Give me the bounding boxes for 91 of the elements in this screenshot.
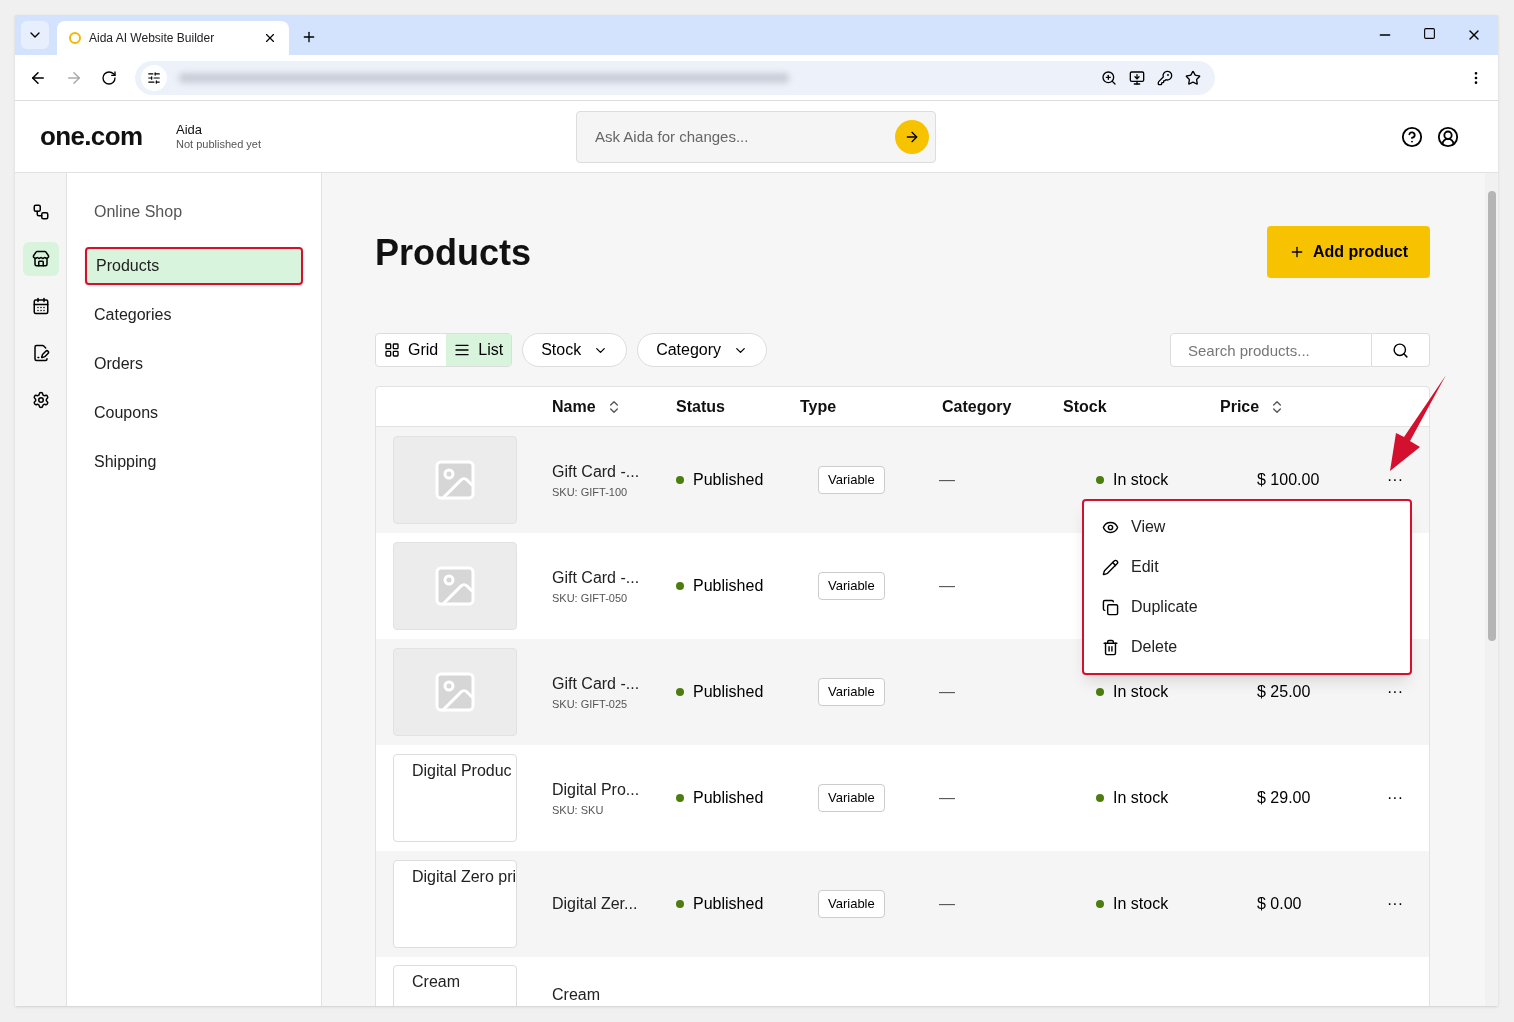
- column-header[interactable]: Status: [676, 394, 725, 419]
- search-field[interactable]: Search products...: [1170, 333, 1372, 367]
- price-cell: $ 0.00: [1257, 895, 1302, 912]
- zoom-icon[interactable]: [1101, 69, 1117, 86]
- image-alt-text: Digital Produc: [411, 761, 513, 781]
- column-header[interactable]: Type: [800, 394, 837, 419]
- key-icon[interactable]: [1157, 69, 1173, 86]
- more-actions-button[interactable]: ···: [1387, 684, 1403, 700]
- stock-text: In stock: [1113, 788, 1169, 808]
- search-button[interactable]: [1372, 333, 1430, 367]
- trash-icon: [1102, 638, 1119, 656]
- type-tag: Variable: [818, 784, 885, 812]
- price-cell: $ 25.00: [1257, 683, 1311, 700]
- menu-item[interactable]: View: [1131, 515, 1166, 539]
- site-settings-icon[interactable]: [141, 64, 167, 91]
- product-name[interactable]: Gift Card -...: [552, 671, 676, 696]
- product-name[interactable]: Gift Card -...: [552, 565, 676, 590]
- column-header[interactable]: Category: [942, 394, 1012, 419]
- sidebar-title: Online Shop: [93, 202, 184, 222]
- type-tag: Variable: [818, 572, 885, 600]
- type-tag: Variable: [818, 466, 885, 494]
- publish-status: Not published yet: [176, 137, 262, 152]
- store-icon[interactable]: [22, 242, 59, 276]
- scrollbar-thumb[interactable]: [1487, 191, 1496, 641]
- page-title: Products: [375, 231, 532, 275]
- bookmark-icon[interactable]: [1185, 69, 1201, 86]
- column-header[interactable]: Price: [1220, 394, 1260, 419]
- menu-item[interactable]: Edit: [1131, 555, 1159, 579]
- menu-item[interactable]: Delete: [1131, 635, 1178, 659]
- status-text: Published: [693, 576, 764, 596]
- pencil-icon: [1102, 558, 1119, 576]
- category-cell: —: [939, 789, 955, 806]
- copy-icon: [1102, 598, 1119, 616]
- column-header[interactable]: Name: [552, 394, 596, 419]
- status-text: Published: [693, 894, 764, 914]
- category-cell: —: [939, 471, 955, 488]
- category-cell: —: [939, 577, 955, 594]
- ask-aida-field[interactable]: Ask Aida for changes...: [576, 110, 936, 163]
- list-icon: [454, 342, 471, 358]
- column-header[interactable]: Stock: [1063, 394, 1107, 419]
- price-cell: $ 29.00: [1257, 789, 1311, 806]
- browser-tab[interactable]: Aida AI Website Builder: [57, 21, 289, 55]
- logo[interactable]: one.com: [40, 117, 176, 156]
- category-cell: —: [939, 895, 955, 912]
- product-sku: SKU: GIFT-100: [552, 484, 629, 500]
- image-alt-text: Digital Zero pri: [411, 867, 516, 887]
- add-product-button[interactable]: Add product: [1266, 226, 1430, 278]
- type-tag: Variable: [818, 678, 885, 706]
- grid-icon: [384, 342, 400, 358]
- site-name: Aida: [176, 121, 204, 138]
- price-cell: $ 100.00: [1257, 471, 1320, 488]
- sidebar-item[interactable]: Shipping: [85, 443, 303, 481]
- status-text: Published: [693, 682, 764, 702]
- more-actions-button[interactable]: ···: [1387, 472, 1403, 488]
- status-text: Published: [693, 470, 764, 490]
- product-name[interactable]: Cream: [552, 983, 676, 1006]
- help-icon[interactable]: [1401, 125, 1423, 148]
- filter-dropdown[interactable]: Category: [637, 333, 768, 367]
- install-icon[interactable]: [1129, 69, 1145, 86]
- sidebar-item[interactable]: Products: [85, 247, 303, 285]
- sidebar-item[interactable]: Orders: [85, 345, 303, 383]
- reload-icon[interactable]: [101, 69, 117, 86]
- stock-text: In stock: [1113, 894, 1169, 914]
- product-sku: SKU: GIFT-025: [552, 696, 629, 712]
- search-icon: [1392, 341, 1409, 359]
- product-name[interactable]: Digital Zer...: [552, 892, 676, 916]
- maximize-icon[interactable]: [1423, 27, 1436, 40]
- tab-title: Aida AI Website Builder: [89, 30, 216, 47]
- product-sku: SKU: SKU: [552, 802, 605, 818]
- category-cell: —: [939, 683, 955, 700]
- close-icon[interactable]: [263, 31, 277, 45]
- type-tag: Variable: [818, 890, 885, 918]
- image-alt-text: Cream: [411, 972, 461, 992]
- product-sku: SKU: GIFT-050: [552, 590, 629, 606]
- product-name[interactable]: Gift Card -...: [552, 459, 676, 484]
- new-tab-icon[interactable]: [301, 29, 317, 45]
- sidebar-item[interactable]: Coupons: [85, 394, 303, 432]
- view-toggle-button[interactable]: List: [446, 334, 512, 366]
- sidebar-item[interactable]: Categories: [85, 296, 303, 334]
- account-icon[interactable]: [1437, 125, 1459, 148]
- filter-dropdown[interactable]: Stock: [522, 333, 628, 367]
- view-toggle-button[interactable]: Grid: [376, 334, 447, 366]
- menu-item[interactable]: Duplicate: [1131, 595, 1198, 619]
- more-actions-button[interactable]: ···: [1387, 896, 1403, 912]
- stock-text: In stock: [1113, 682, 1169, 702]
- more-actions-button[interactable]: ···: [1387, 790, 1403, 806]
- stock-text: In stock: [1113, 470, 1169, 490]
- status-text: Published: [693, 788, 764, 808]
- tab-list-button[interactable]: [21, 21, 49, 49]
- aida-logo-icon: [69, 32, 81, 44]
- product-name[interactable]: Digital Pro...: [552, 777, 676, 802]
